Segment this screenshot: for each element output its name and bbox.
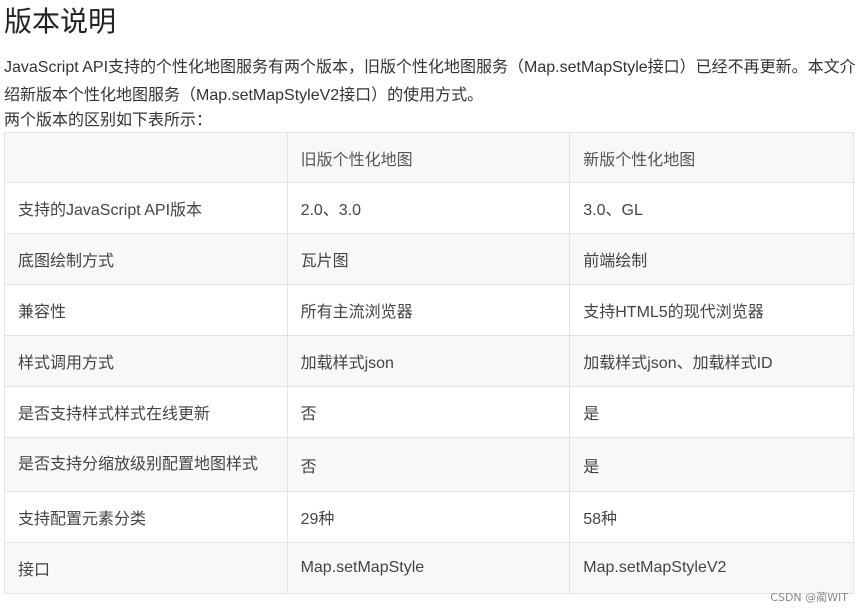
table-cell-old: Map.setMapStyle [286,542,571,594]
table-cell-feature: 支持的JavaScript API版本 [4,182,288,234]
table-cell-new: 支持HTML5的现代浏览器 [569,284,854,336]
version-comparison-table: 旧版个性化地图 新版个性化地图 支持的JavaScript API版本 2.0、… [4,132,854,594]
intro-paragraph: JavaScript API支持的个性化地图服务有两个版本，旧版个性化地图服务（… [4,59,856,104]
table-row: 样式调用方式 加载样式json 加载样式json、加载样式ID [4,335,854,387]
table-cell-feature: 是否支持分缩放级别配置地图样式 [4,437,288,492]
table-cell-feature: 支持配置元素分类 [4,491,288,543]
table-cell-old: 所有主流浏览器 [286,284,571,336]
table-cell-old: 瓦片图 [286,233,571,285]
table-cell-new: 3.0、GL [569,182,854,234]
table-row: 底图绘制方式 瓦片图 前端绘制 [4,233,854,285]
table-cell-new: 是 [569,437,854,492]
table-row: 支持配置元素分类 29种 58种 [4,491,854,543]
table-row: 接口 Map.setMapStyle Map.setMapStyleV2 [4,542,854,594]
watermark: CSDN @蔺WIT [770,591,848,604]
table-cell-new: 是 [569,386,854,438]
table-cell-old: 否 [286,386,571,438]
table-cell-new: Map.setMapStyleV2 [569,542,854,594]
table-cell-new: 加载样式json、加载样式ID [569,335,854,387]
table-cell-old: 29种 [286,491,571,543]
table-cell-new: 前端绘制 [569,233,854,285]
table-header-cell [4,132,288,183]
table-row: 支持的JavaScript API版本 2.0、3.0 3.0、GL [4,182,854,234]
table-cell-feature: 兼容性 [4,284,288,336]
table-cell-new: 58种 [569,491,854,543]
content: 版本说明 JavaScript API支持的个性化地图服务有两个版本，旧版个性化… [4,0,856,594]
table-row: 是否支持分缩放级别配置地图样式 否 是 [4,437,854,492]
table-cell-old: 2.0、3.0 [286,182,571,234]
table-cell-feature: 是否支持样式样式在线更新 [4,386,288,438]
table-row: 是否支持样式样式在线更新 否 是 [4,386,854,438]
table-caption: 两个版本的区别如下表所示： [4,112,213,129]
table-header-row: 旧版个性化地图 新版个性化地图 [4,132,854,183]
table-cell-feature: 接口 [4,542,288,594]
table-cell-old: 加载样式json [286,335,571,387]
page-title: 版本说明 [4,6,117,37]
table-header-cell: 新版个性化地图 [569,132,854,183]
table-cell-feature: 底图绘制方式 [4,233,288,285]
table-cell-feature: 样式调用方式 [4,335,288,387]
table-header-cell: 旧版个性化地图 [286,132,571,183]
table-cell-old: 否 [286,437,571,492]
table-row: 兼容性 所有主流浏览器 支持HTML5的现代浏览器 [4,284,854,336]
